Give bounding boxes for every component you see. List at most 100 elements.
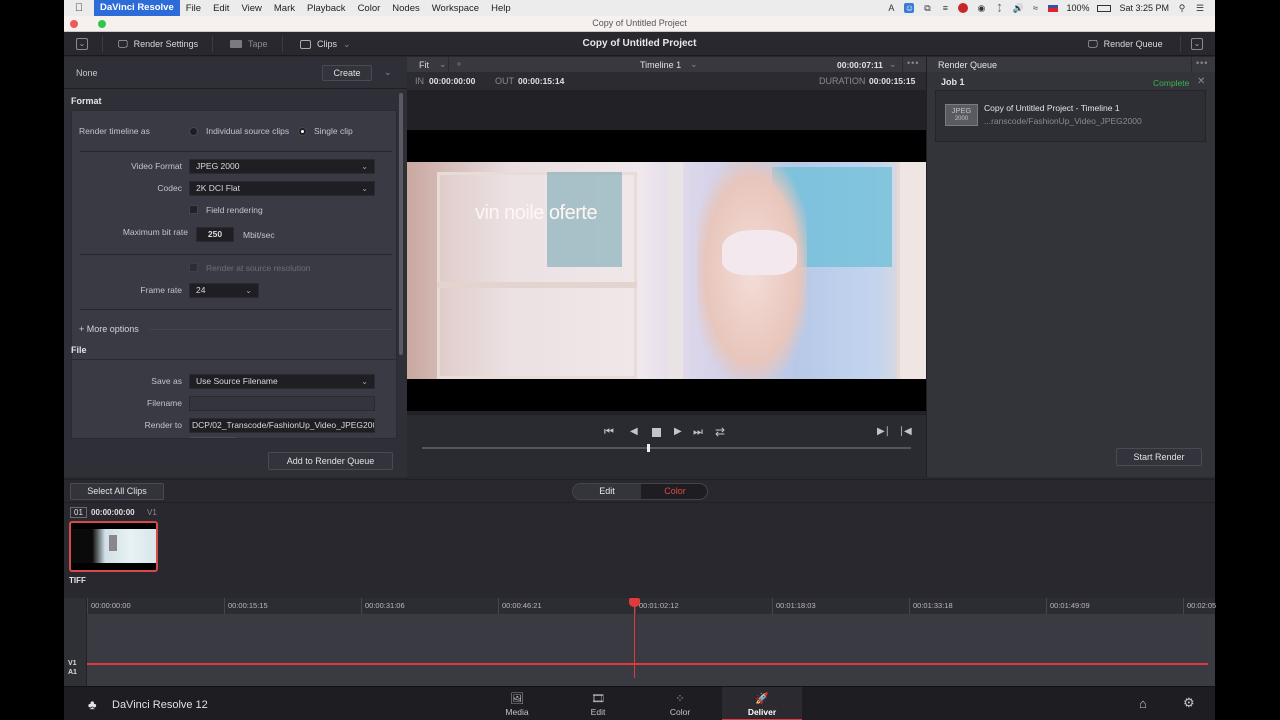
video-format-label: Video Format	[131, 161, 182, 171]
menu-help[interactable]: Help	[485, 3, 517, 14]
menu-mark[interactable]: Mark	[268, 3, 301, 14]
menu-view[interactable]: View	[235, 3, 267, 14]
page-tab-edit[interactable]: 🎞 Edit	[558, 687, 638, 720]
play-icon[interactable]: ▶	[674, 426, 682, 437]
v1-track-clip[interactable]	[87, 663, 1208, 665]
individual-clips-label[interactable]: Individual source clips	[206, 126, 289, 136]
mark-out-icon[interactable]: ∣◀	[899, 426, 912, 437]
stop-icon[interactable]	[652, 428, 661, 437]
toggle-edit[interactable]: Edit	[573, 484, 641, 499]
render-settings-icon: 🖵	[118, 38, 128, 50]
settings-scrollbar[interactable]	[399, 93, 403, 355]
scrubber-track[interactable]	[422, 447, 911, 449]
timeline-name[interactable]: Timeline 1	[640, 60, 681, 70]
apple-menu-icon[interactable]: 	[64, 2, 94, 14]
select-all-clips-button[interactable]: Select All Clips	[70, 483, 164, 500]
menu-playback[interactable]: Playback	[301, 3, 352, 14]
playhead-handle[interactable]	[629, 598, 641, 607]
current-timecode[interactable]: 00:00:07:11	[837, 60, 883, 70]
jump-to-end-icon[interactable]: ⏭	[693, 426, 703, 439]
chevron-down-icon: ⌄	[245, 286, 252, 295]
max-bitrate-label: Maximum bit rate	[122, 227, 188, 237]
battery-icon[interactable]	[1097, 4, 1112, 12]
viewer-canvas[interactable]: vin noile oferte	[407, 90, 926, 415]
app-version-label: DaVinci Resolve 12	[112, 699, 208, 711]
browse-button[interactable]: Browse	[189, 437, 237, 438]
clip-thumbnail[interactable]	[69, 521, 158, 572]
more-options-link[interactable]: + More options	[79, 324, 139, 334]
wifi-icon[interactable]: ≈	[1030, 3, 1040, 13]
chevron-down-icon[interactable]: ⌄	[690, 59, 698, 70]
menubar-clock[interactable]: Sat 3:25 PM	[1119, 3, 1169, 13]
mark-in-icon[interactable]: ▶∣	[877, 426, 890, 437]
jump-to-start-icon[interactable]: ⏮	[604, 426, 614, 439]
frame-rate-select[interactable]: 24 ⌄	[189, 283, 259, 298]
render-to-input[interactable]: DCP/02_Transcode/FashionUp_Video_JPEG200…	[189, 418, 375, 433]
notification-icon[interactable]: ☰	[1195, 3, 1205, 13]
collapse-left-icon[interactable]: ⌄	[76, 38, 88, 50]
preset-menu-chevron-icon[interactable]: ⌄	[384, 67, 392, 78]
single-clip-radio[interactable]	[298, 127, 307, 136]
chevron-down-icon[interactable]: ⌄	[889, 59, 897, 70]
adobe-icon[interactable]: A	[886, 3, 896, 13]
create-preset-button[interactable]: Create	[322, 65, 372, 81]
job-card[interactable]: JPEG 2000 Copy of Untitled Project - Tim…	[935, 90, 1206, 142]
menu-app-name[interactable]: DaVinci Resolve	[94, 0, 180, 16]
max-bitrate-input[interactable]: 250	[196, 227, 234, 242]
individual-clips-radio[interactable]	[189, 127, 198, 136]
tape-tab[interactable]: Tape	[230, 32, 268, 56]
page-tab-color[interactable]: ⁘ Color	[640, 687, 720, 720]
render-queue-header: Render Queue •••	[927, 57, 1215, 72]
preset-name[interactable]: None	[76, 68, 98, 78]
save-as-select[interactable]: Use Source Filename ⌄	[189, 374, 375, 389]
codec-select[interactable]: 2K DCI Flat ⌄	[189, 181, 375, 196]
screens-icon[interactable]: ⧉	[922, 3, 932, 13]
play-reverse-icon[interactable]: ◀	[630, 426, 638, 437]
single-clip-label[interactable]: Single clip	[314, 126, 353, 136]
chevron-down-icon[interactable]: ⌄	[439, 59, 447, 70]
home-icon[interactable]: ⌂	[1139, 696, 1147, 711]
queue-options-icon[interactable]: •••	[1196, 58, 1208, 68]
menu-nodes[interactable]: Nodes	[386, 3, 425, 14]
menu-color[interactable]: Color	[352, 3, 387, 14]
volume-icon[interactable]: 🔊	[1012, 3, 1023, 13]
page-tab-media[interactable]: 🖼 Media	[477, 687, 557, 720]
mini-timeline[interactable]: V1 A1 00:00:00:00 00:00:15:15 00:00:31:06 0…	[64, 598, 1216, 686]
out-timecode[interactable]: 00:00:15:14	[518, 76, 564, 86]
render-queue-tab[interactable]: 🖵 Render Queue	[1088, 32, 1163, 56]
playhead[interactable]	[629, 598, 641, 678]
spotlight-icon[interactable]: ⚲	[1177, 3, 1187, 13]
toggle-color[interactable]: Color	[641, 484, 707, 499]
start-render-button[interactable]: Start Render	[1116, 448, 1202, 466]
collapse-right-icon[interactable]: ⌄	[1191, 38, 1203, 50]
video-format-select[interactable]: JPEG 2000 ⌄	[189, 159, 375, 174]
edit-color-toggle: Edit Color	[572, 483, 708, 500]
viewer-options-icon[interactable]: •••	[907, 58, 919, 68]
zoom-select[interactable]: Fit	[419, 60, 429, 70]
davinci-logo-icon: ♣	[88, 697, 97, 712]
field-rendering-checkbox[interactable]	[189, 205, 198, 214]
in-timecode[interactable]: 00:00:00:00	[429, 76, 475, 86]
record-icon[interactable]	[958, 3, 969, 13]
render-source-res-checkbox[interactable]	[189, 263, 198, 272]
page-tab-deliver[interactable]: 🚀 Deliver	[722, 687, 802, 720]
menu-file[interactable]: File	[180, 3, 207, 14]
render-settings-tab[interactable]: 🖵 Render Settings	[118, 32, 198, 56]
scrubber-handle[interactable]	[646, 444, 650, 452]
clips-icon	[300, 39, 311, 49]
menu-workspace[interactable]: Workspace	[426, 3, 485, 14]
mixer-icon[interactable]: ≡	[940, 3, 950, 13]
add-to-render-queue-button[interactable]: Add to Render Queue	[268, 452, 393, 470]
filename-input[interactable]	[189, 396, 375, 411]
ruler-tick-label: 00:01:49:09	[1050, 601, 1090, 610]
finder-icon[interactable]: ☺	[904, 3, 915, 13]
menu-edit[interactable]: Edit	[207, 3, 235, 14]
timeline-ruler[interactable]: 00:00:00:00 00:00:15:15 00:00:31:06 00:00:4…	[87, 598, 1216, 614]
remove-job-icon[interactable]: ✕	[1197, 76, 1205, 87]
clips-tab[interactable]: Clips ⌄	[300, 32, 351, 56]
bluetooth-icon[interactable]: ᛨ	[994, 3, 1004, 13]
settings-gear-icon[interactable]: ⚙	[1183, 695, 1195, 711]
stop-record-icon[interactable]: ◉	[976, 3, 986, 13]
loop-icon[interactable]: ⇄	[715, 425, 725, 439]
flag-icon[interactable]	[1048, 4, 1059, 12]
